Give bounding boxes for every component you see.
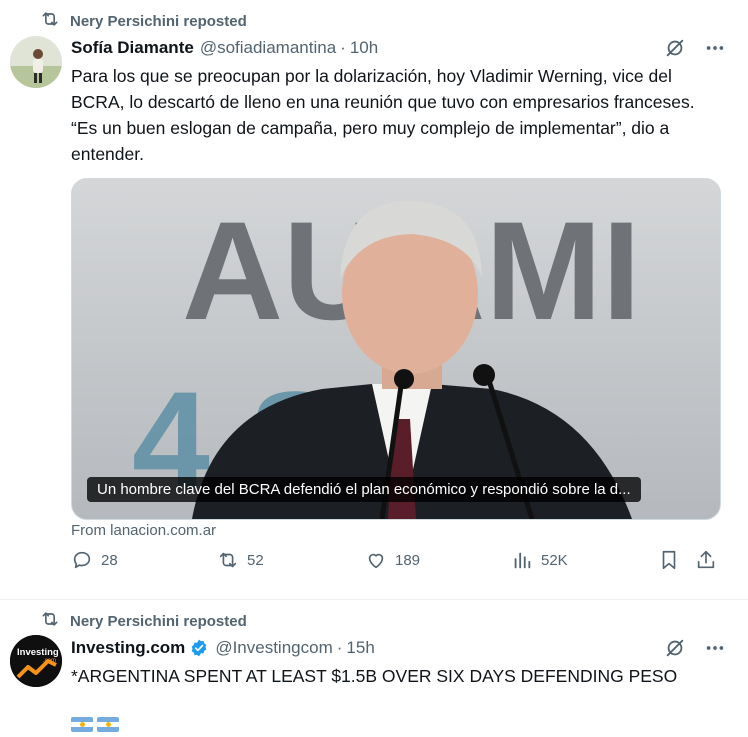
repost-indicator[interactable]: Nery Persichini reposted bbox=[40, 9, 247, 33]
share-icon bbox=[697, 550, 715, 569]
timestamp[interactable]: 10h bbox=[350, 38, 378, 58]
avatar[interactable] bbox=[10, 36, 62, 88]
avatar[interactable]: Investing .com bbox=[10, 635, 62, 687]
reply-count: 28 bbox=[101, 551, 118, 569]
tweet-header-actions bbox=[664, 637, 726, 659]
analytics-icon bbox=[514, 552, 531, 569]
separator-dot: · bbox=[340, 38, 346, 57]
grok-icon[interactable] bbox=[664, 637, 686, 659]
tweet-text: Para los que se preocupan por la dolariz… bbox=[71, 66, 695, 164]
repost-count: 52 bbox=[247, 551, 264, 569]
author-name[interactable]: Investing.com bbox=[71, 638, 185, 658]
reply-icon bbox=[73, 551, 91, 569]
repost-icon bbox=[40, 609, 60, 633]
share-button[interactable] bbox=[695, 549, 717, 571]
views-button[interactable]: 52K bbox=[511, 549, 568, 571]
link-card-image[interactable]: AUAMI 4 S bbox=[71, 178, 721, 520]
verified-badge-icon bbox=[189, 638, 209, 658]
author-name[interactable]: Sofía Diamante bbox=[71, 38, 194, 58]
card-source[interactable]: From lanacion.com.ar bbox=[71, 522, 216, 539]
repost-indicator[interactable]: Nery Persichini reposted bbox=[40, 609, 247, 633]
tweet-header-actions bbox=[664, 37, 726, 59]
repost-button[interactable]: 52 bbox=[217, 549, 264, 571]
argentina-flag-icon bbox=[97, 717, 119, 733]
repost-icon bbox=[40, 9, 60, 33]
argentina-flag-icon bbox=[71, 717, 93, 733]
more-options-icon[interactable] bbox=[704, 637, 726, 659]
tweet-text: *ARGENTINA SPENT AT LEAST $1.5B OVER SIX… bbox=[71, 666, 678, 686]
repost-icon bbox=[219, 552, 237, 568]
like-count: 189 bbox=[395, 551, 421, 569]
repost-label: Nery Persichini reposted bbox=[70, 612, 247, 630]
repost-label: Nery Persichini reposted bbox=[70, 12, 247, 30]
separator-dot: · bbox=[336, 638, 343, 657]
bookmark-button[interactable] bbox=[658, 549, 680, 571]
tweet-header: Sofía Diamante @sofiadiamantina · 10h bbox=[71, 38, 724, 58]
card-caption[interactable]: Un hombre clave del BCRA defendió el pla… bbox=[87, 477, 641, 502]
reply-button[interactable]: 28 bbox=[71, 549, 118, 571]
tweet-divider bbox=[0, 599, 748, 600]
timestamp[interactable]: 15h bbox=[346, 638, 374, 658]
like-button[interactable]: 189 bbox=[365, 549, 420, 571]
more-options-icon[interactable] bbox=[704, 37, 726, 59]
grok-icon[interactable] bbox=[664, 37, 686, 59]
avatar-wordmark: Investing bbox=[17, 647, 59, 658]
heart-icon bbox=[368, 553, 384, 569]
tweet-header: Investing.com @Investingcom · 15h bbox=[71, 638, 724, 658]
bookmark-icon bbox=[662, 550, 676, 570]
flag-emoji-row bbox=[71, 716, 123, 734]
view-count: 52K bbox=[541, 551, 568, 569]
author-handle[interactable]: @Investingcom bbox=[215, 638, 332, 658]
author-handle[interactable]: @sofiadiamantina bbox=[200, 38, 336, 58]
